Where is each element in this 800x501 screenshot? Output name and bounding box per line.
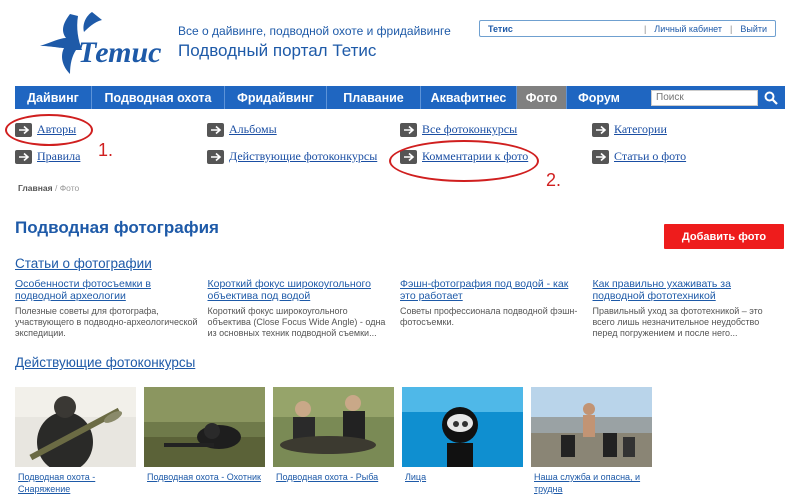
nav-item-diving[interactable]: Дайвинг	[15, 86, 92, 109]
contest-item[interactable]: Лица	[402, 387, 523, 495]
cabinet-link[interactable]: Личный кабинет	[654, 24, 722, 34]
active-contests-link[interactable]: Действующие фотоконкурсы	[229, 149, 377, 164]
subnav-rules[interactable]: Правила	[15, 149, 80, 164]
logo-wordmark: Тетис	[78, 36, 162, 69]
user-panel: Тетис | Личный кабинет | Выйти	[479, 20, 776, 37]
all-contests-link[interactable]: Все фотоконкурсы	[422, 122, 517, 137]
contest-photo[interactable]	[144, 387, 265, 467]
search-icon	[764, 91, 778, 105]
rules-link[interactable]: Правила	[37, 149, 80, 164]
add-photo-button[interactable]: Добавить фото	[664, 224, 784, 249]
breadcrumb-current: Фото	[59, 183, 80, 193]
user-name: Тетис	[488, 23, 513, 34]
contest-caption[interactable]: Наша служба и опасна, и трудна	[531, 471, 652, 495]
annotation-number-1: 1.	[98, 140, 114, 160]
article-desc: Короткий фокус широкоугольного объектива…	[207, 306, 386, 338]
search-input[interactable]	[651, 89, 758, 106]
nav-item-aquafitness[interactable]: Аквафитнес	[421, 86, 517, 109]
portal-title: Подводный портал Тетис	[178, 41, 377, 60]
contest-item[interactable]: Подводная охота - Снаряжение	[15, 387, 136, 495]
article-title[interactable]: Фэшн-фотография под водой - как это рабо…	[400, 278, 585, 302]
arrow-right-icon	[207, 122, 224, 137]
article-item: Как правильно ухаживать за подводной фот…	[593, 278, 786, 339]
arrow-right-icon	[207, 149, 224, 164]
logout-link[interactable]: Выйти	[740, 24, 767, 34]
arrow-right-icon	[592, 122, 609, 137]
subnav-photo-articles[interactable]: Статьи о фото	[592, 149, 686, 164]
nav-item-photo[interactable]: Фото	[517, 86, 567, 109]
article-desc: Полезные советы для фотографа, участвующ…	[15, 306, 198, 338]
contest-photo[interactable]	[531, 387, 652, 467]
contest-item[interactable]: Подводная охота - Охотник	[144, 387, 265, 495]
article-title[interactable]: Как правильно ухаживать за подводной фот…	[593, 278, 778, 302]
subnav-active-contests[interactable]: Действующие фотоконкурсы	[207, 149, 377, 164]
contest-caption[interactable]: Подводная охота - Охотник	[144, 471, 265, 483]
contests-gallery: Подводная охота - Снаряжение Подводная о…	[15, 387, 660, 495]
arrow-right-icon	[400, 122, 417, 137]
categories-link[interactable]: Категории	[614, 122, 667, 137]
nav-item-forum[interactable]: Форум	[567, 86, 631, 109]
nav-item-spearfishing[interactable]: Подводная охота	[92, 86, 225, 109]
contest-caption[interactable]: Лица	[402, 471, 523, 483]
breadcrumb-home[interactable]: Главная	[18, 183, 53, 193]
photo-articles-link[interactable]: Статьи о фото	[614, 149, 686, 164]
contest-item[interactable]: Подводная охота - Рыба	[273, 387, 394, 495]
separator: |	[730, 23, 733, 34]
contest-caption[interactable]: Подводная охота - Снаряжение	[15, 471, 136, 495]
subnav-albums[interactable]: Альбомы	[207, 122, 277, 137]
annotation-ellipse-2	[389, 140, 539, 182]
subnav-categories[interactable]: Категории	[592, 122, 667, 137]
annotation-ellipse-1	[5, 114, 93, 146]
breadcrumb-separator: /	[54, 183, 58, 193]
separator: |	[643, 23, 647, 34]
main-nav: Дайвинг Подводная охота Фридайвинг Плава…	[15, 86, 785, 109]
contests-heading[interactable]: Действующие фотоконкурсы	[15, 355, 195, 370]
search-button[interactable]	[763, 90, 779, 106]
nav-item-freediving[interactable]: Фридайвинг	[225, 86, 327, 109]
arrow-right-icon	[592, 149, 609, 164]
subnav-all-contests[interactable]: Все фотоконкурсы	[400, 122, 517, 137]
article-item: Особенности фотосъемки в подводной архео…	[15, 278, 208, 339]
search-area	[651, 86, 785, 109]
article-item: Короткий фокус широкоугольного объектива…	[208, 278, 401, 339]
articles-heading[interactable]: Статьи о фотографии	[15, 256, 152, 271]
article-item: Фэшн-фотография под водой - как это рабо…	[400, 278, 593, 339]
article-title[interactable]: Особенности фотосъемки в подводной архео…	[15, 278, 200, 302]
tetis-logo[interactable]: Тетис	[30, 8, 170, 76]
article-desc: Правильный уход за фототехникой – это вс…	[592, 306, 763, 338]
contest-photo[interactable]	[15, 387, 136, 467]
contest-photo[interactable]	[273, 387, 394, 467]
article-desc: Советы профессионала подводной фэшн-фото…	[400, 306, 578, 327]
contest-photo[interactable]	[402, 387, 523, 467]
albums-link[interactable]: Альбомы	[229, 122, 277, 137]
page-title: Подводная фотография	[15, 218, 219, 237]
nav-item-swimming[interactable]: Плавание	[327, 86, 421, 109]
annotation-number-2: 2.	[546, 170, 562, 190]
contest-item[interactable]: Наша служба и опасна, и трудна	[531, 387, 652, 495]
contest-caption[interactable]: Подводная охота - Рыба	[273, 471, 394, 483]
article-title[interactable]: Короткий фокус широкоугольного объектива…	[208, 278, 393, 302]
breadcrumb: Главная / Фото	[18, 183, 79, 193]
articles-list: Особенности фотосъемки в подводной архео…	[15, 278, 785, 339]
site-tagline: Все о дайвинге, подводной охоте и фридай…	[178, 24, 451, 38]
arrow-right-icon	[15, 149, 32, 164]
